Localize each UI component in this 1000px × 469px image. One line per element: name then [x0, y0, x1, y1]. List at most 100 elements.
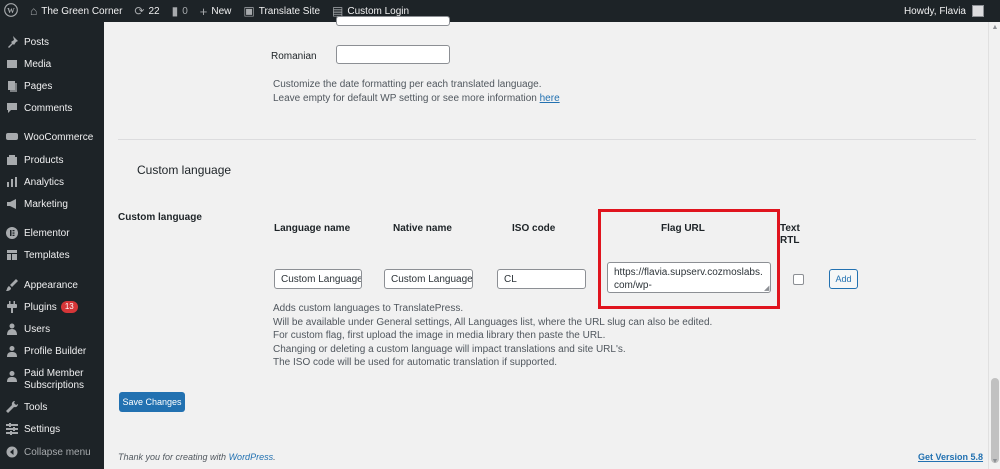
- get-version-link[interactable]: Get Version 5.8: [918, 452, 983, 462]
- sidebar-item-settings[interactable]: Settings: [0, 423, 104, 435]
- translate-icon: ▣: [243, 4, 255, 18]
- footer-thanks: Thank you for creating with WordPress.: [118, 452, 276, 462]
- comments-link[interactable]: ▮ 0: [166, 0, 194, 22]
- sidebar-item-appearance[interactable]: Appearance: [0, 279, 104, 291]
- templates-icon: [6, 249, 18, 261]
- sidebar-item-label: Users: [24, 323, 51, 335]
- settings-content: Romanian Customize the date formatting p…: [104, 16, 988, 469]
- more-information-link[interactable]: here: [540, 93, 560, 104]
- plugin-icon: [6, 301, 18, 313]
- column-header-iso-code: ISO code: [512, 223, 556, 234]
- date-format-input-previous[interactable]: [336, 16, 450, 26]
- elementor-icon: [6, 227, 18, 239]
- add-custom-language-button[interactable]: Add: [829, 269, 858, 289]
- date-format-desc-line1: Customize the date formatting per each t…: [273, 79, 542, 90]
- wordpress-logo-icon: W: [4, 2, 18, 20]
- sidebar-item-tools[interactable]: Tools: [0, 401, 104, 413]
- custom-language-description: Adds custom languages to TranslatePress.…: [273, 302, 873, 370]
- scrollbar-thumb[interactable]: [991, 378, 999, 463]
- comments-icon: [6, 102, 18, 114]
- date-format-description: Customize the date formatting per each t…: [273, 78, 773, 105]
- sidebar-item-label: Media: [24, 58, 52, 70]
- new-content-link[interactable]: + New: [194, 0, 238, 22]
- plugins-update-badge: 13: [60, 301, 78, 313]
- custom-language-desc-line: Changing or deleting a custom language w…: [273, 343, 626, 355]
- admin-bar: W ⌂ The Green Corner ⟳ 22 ▮ 0 + New ▣ Tr…: [0, 0, 1000, 22]
- site-name-link[interactable]: ⌂ The Green Corner: [24, 0, 128, 22]
- page-scrollbar[interactable]: ▲ ▼: [988, 22, 1000, 469]
- iso-code-input[interactable]: CL: [497, 269, 586, 289]
- updates-icon: ⟳: [134, 4, 145, 18]
- custom-language-desc-line: The ISO code will be used for automatic …: [273, 357, 558, 368]
- account-menu[interactable]: Howdy, Flavia: [898, 0, 1000, 22]
- sidebar-item-label: Templates: [24, 249, 70, 261]
- wordpress-link[interactable]: WordPress: [229, 452, 274, 462]
- sidebar-item-label: Elementor: [24, 227, 70, 239]
- sidebar-item-label: Paid Member Subscriptions: [24, 368, 85, 391]
- sidebar-item-posts[interactable]: Posts: [0, 36, 104, 48]
- member-icon: [6, 370, 18, 382]
- sidebar-item-comments[interactable]: Comments: [0, 102, 104, 114]
- woocommerce-icon: [6, 131, 18, 143]
- sidebar-item-label: Settings: [24, 423, 61, 435]
- language-name-input[interactable]: Custom Language ▤: [274, 269, 362, 289]
- translate-label: Translate Site: [258, 5, 321, 17]
- romanian-date-format-input[interactable]: [336, 45, 450, 64]
- translate-site-link[interactable]: ▣ Translate Site: [237, 0, 326, 22]
- avatar: [972, 5, 984, 17]
- sidebar-item-plugins[interactable]: Plugins 13: [0, 301, 104, 313]
- analytics-icon: [6, 176, 18, 188]
- sidebar-item-label: Posts: [24, 36, 50, 48]
- new-label: New: [211, 5, 232, 17]
- sidebar-item-woocommerce[interactable]: WooCommerce: [0, 131, 104, 143]
- sidebar-item-label: Analytics: [24, 176, 65, 188]
- sidebar-item-elementor[interactable]: Elementor: [0, 227, 104, 239]
- sidebar-item-label: Marketing: [24, 198, 68, 210]
- scroll-down-icon[interactable]: ▼: [991, 458, 999, 466]
- custom-language-row-label: Custom language: [118, 212, 202, 223]
- sidebar-item-label: Products: [24, 154, 64, 166]
- scroll-up-icon[interactable]: ▲: [991, 24, 999, 32]
- native-name-input[interactable]: Custom Language: [384, 269, 473, 289]
- sidebar-item-label: WooCommerce: [24, 131, 94, 143]
- sidebar-item-users[interactable]: Users: [0, 323, 104, 335]
- flag-url-highlight-box: [598, 209, 780, 309]
- home-icon: ⌂: [30, 4, 38, 18]
- sidebar-item-pages[interactable]: Pages: [0, 80, 104, 92]
- sidebar-item-marketing[interactable]: Marketing: [0, 198, 104, 210]
- sidebar-item-paid-member-subscriptions[interactable]: Paid Member Subscriptions: [0, 368, 104, 392]
- column-header-language-name: Language name: [274, 223, 351, 234]
- wordpress-logo-button[interactable]: W: [0, 0, 24, 22]
- media-icon: [6, 58, 18, 70]
- products-icon: [6, 154, 18, 166]
- collapse-menu-button[interactable]: Collapse menu: [0, 446, 104, 458]
- sidebar-item-label: Tools: [24, 401, 48, 413]
- sidebar-item-media[interactable]: Media: [0, 58, 104, 70]
- updates-count: 22: [148, 5, 160, 17]
- collapse-menu-label: Collapse menu: [24, 446, 91, 458]
- site-name-label: The Green Corner: [41, 5, 123, 17]
- column-header-native-name: Native name: [393, 223, 452, 234]
- updates-link[interactable]: ⟳ 22: [128, 0, 165, 22]
- users-icon: [6, 323, 18, 335]
- sidebar-item-profile-builder[interactable]: Profile Builder: [0, 345, 104, 357]
- plus-icon: +: [199, 3, 208, 19]
- howdy-label: Howdy, Flavia: [903, 5, 966, 17]
- custom-login-label: Custom Login: [347, 5, 410, 17]
- text-rtl-checkbox[interactable]: [793, 274, 804, 285]
- sidebar-item-label: Appearance: [24, 279, 78, 291]
- profile-icon: [6, 345, 18, 357]
- megaphone-icon: [6, 198, 18, 210]
- comment-bubble-icon: ▮: [171, 4, 179, 18]
- sidebar-item-label: Pages: [24, 80, 53, 92]
- romanian-label: Romanian: [271, 51, 317, 62]
- date-format-desc-line2: Leave empty for default WP setting or se…: [273, 92, 560, 104]
- settings-icon: [6, 423, 18, 435]
- sidebar-item-analytics[interactable]: Analytics: [0, 176, 104, 188]
- brush-icon: [6, 279, 18, 291]
- save-changes-button[interactable]: Save Changes: [119, 392, 185, 412]
- sidebar-item-products[interactable]: Products: [0, 154, 104, 166]
- admin-sidebar: Posts Media Pages Comments WooCommerce P…: [0, 22, 104, 469]
- sidebar-item-templates[interactable]: Templates: [0, 249, 104, 261]
- sidebar-item-label: Plugins: [24, 301, 57, 313]
